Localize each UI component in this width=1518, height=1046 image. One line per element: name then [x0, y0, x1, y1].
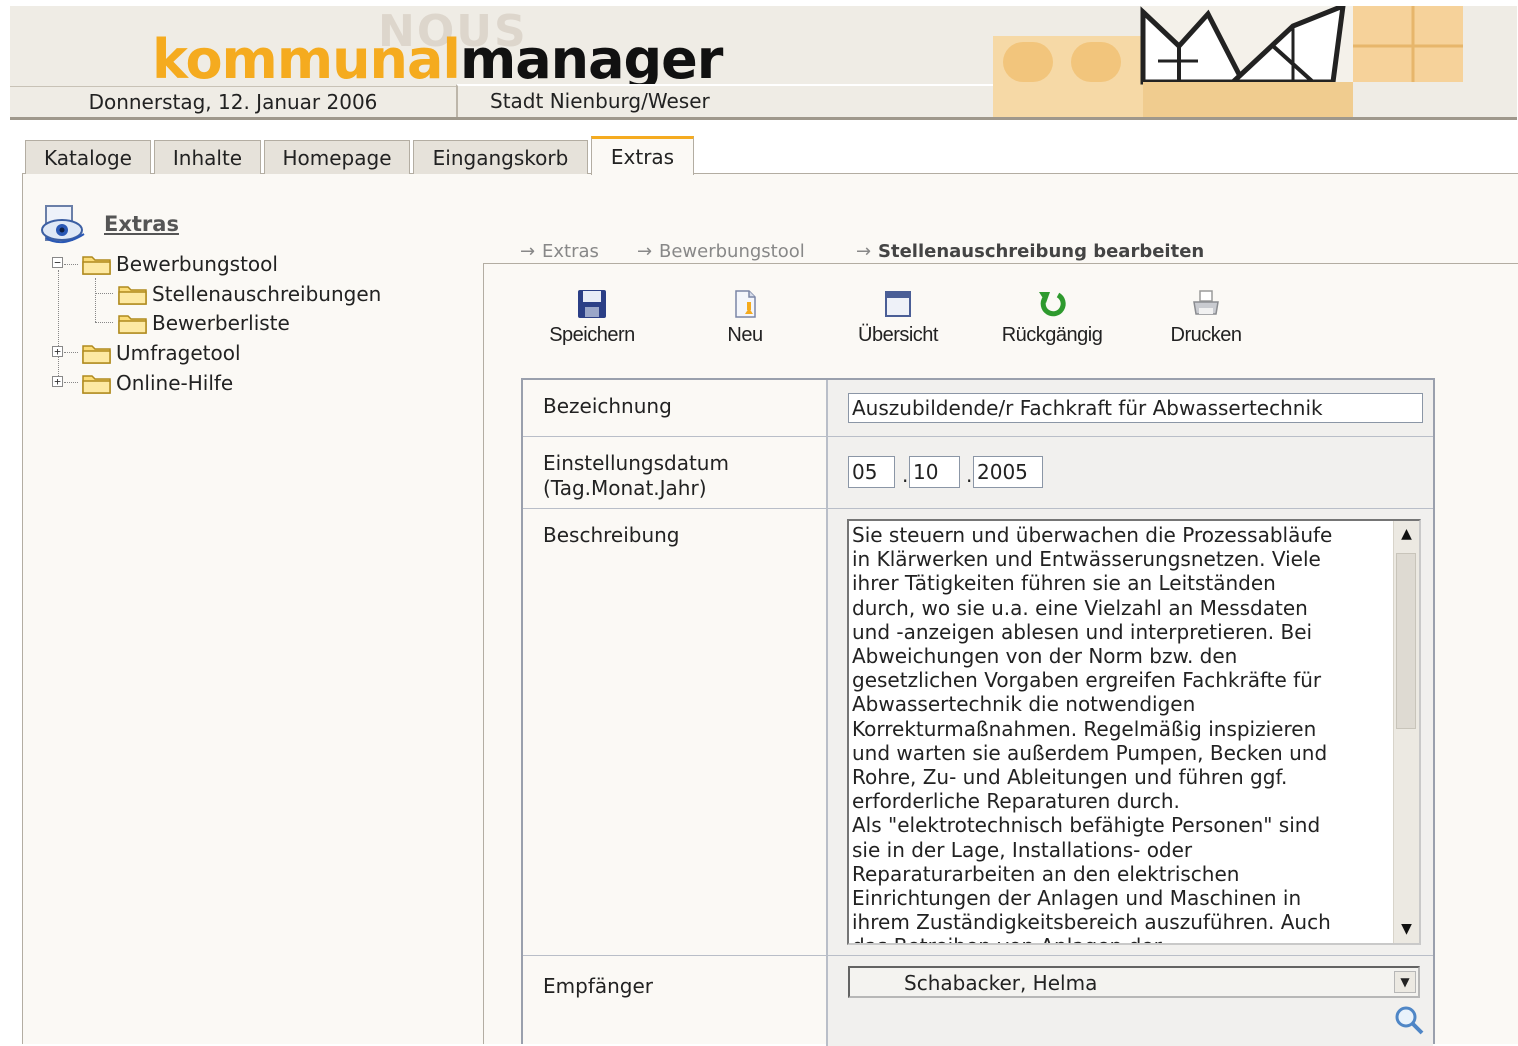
collapse-icon[interactable]: −: [52, 257, 63, 268]
new-button[interactable]: Neu: [685, 288, 805, 356]
print-button[interactable]: Drucken: [1146, 288, 1266, 356]
tree-connector: [58, 270, 59, 382]
save-button[interactable]: Speichern: [532, 288, 652, 356]
undo-label: Rückgängig: [1001, 324, 1103, 346]
description-scrollbar[interactable]: ▲ ▼: [1393, 521, 1419, 943]
tree-connector: [95, 293, 113, 294]
tab-eingangskorb[interactable]: Eingangskorb: [413, 140, 588, 174]
header-divider: [10, 117, 1517, 120]
tree-connector: [64, 264, 78, 265]
folder-icon: [118, 286, 147, 305]
date-label: Einstellungsdatum (Tag.Monat.Jahr): [523, 437, 828, 508]
tree-connector: [95, 322, 113, 323]
overview-label: Übersicht: [858, 324, 938, 346]
eye-document-icon: [41, 205, 85, 244]
form-row-date: Einstellungsdatum (Tag.Monat.Jahr) . .: [523, 437, 1433, 509]
breadcrumb-arrow: →: [637, 241, 653, 262]
breadcrumb-item-extras[interactable]: Extras: [542, 241, 599, 262]
header-date: Donnerstag, 12. Januar 2006: [10, 86, 456, 118]
save-label: Speichern: [549, 324, 635, 346]
folder-icon: [82, 345, 111, 364]
breadcrumb-arrow: →: [856, 241, 872, 262]
description-text: Sie steuern und überwachen die Prozessab…: [852, 523, 1333, 943]
tree-connector: [64, 382, 78, 383]
tab-extras[interactable]: Extras: [591, 136, 694, 175]
printer-icon: [1193, 290, 1219, 315]
print-label: Drucken: [1170, 324, 1242, 346]
scrollbar-thumb[interactable]: [1396, 553, 1416, 729]
tree-title[interactable]: Extras: [104, 212, 179, 236]
new-document-icon: [735, 290, 756, 318]
title-value-cell: [828, 380, 1433, 436]
tab-inhalte[interactable]: Inhalte: [154, 140, 261, 174]
form-row-title: Bezeichnung: [523, 380, 1433, 437]
expand-icon[interactable]: +: [52, 346, 63, 357]
header-town-image: [993, 6, 1463, 118]
breadcrumb-current: Stellenauschreibung bearbeiten: [878, 241, 1205, 262]
tree-item-label: Stellenauschreibungen: [152, 282, 382, 306]
logo-part-manager: manager: [459, 28, 723, 91]
date-separator: .: [966, 463, 973, 487]
tree-item-label: Bewerbungstool: [116, 252, 278, 276]
folder-icon: [82, 375, 111, 394]
logo-part-kommunal: kommunal: [152, 28, 461, 91]
breadcrumb-arrow: →: [520, 241, 536, 262]
date-month-field[interactable]: [909, 456, 960, 488]
form-row-recipient: Empfänger Schabacker, Helma ▼: [523, 956, 1433, 1046]
chevron-down-icon[interactable]: ▼: [1394, 971, 1416, 993]
tree-connector: [64, 352, 78, 353]
date-day-field[interactable]: [848, 456, 895, 488]
folder-icon: [118, 315, 147, 334]
scroll-down-icon[interactable]: ▼: [1395, 918, 1418, 941]
floppy-disk-icon: [578, 290, 606, 318]
tree-item-label: Umfragetool: [116, 341, 241, 365]
undo-button[interactable]: Rückgängig: [992, 288, 1112, 356]
breadcrumb-item-bewerbungstool[interactable]: Bewerbungstool: [659, 241, 805, 262]
title-label: Bezeichnung: [523, 380, 828, 436]
recipient-label: Empfänger: [523, 956, 828, 1046]
app-header: NOUS kommunalmanager Donnerstag, 12. Jan…: [10, 6, 1517, 118]
tree-item-label: Bewerberliste: [152, 311, 290, 335]
tab-kataloge[interactable]: Kataloge: [25, 140, 151, 174]
undo-arrow-icon: [1039, 292, 1066, 317]
date-year-field[interactable]: [973, 456, 1043, 488]
recipient-select[interactable]: Schabacker, Helma ▼: [848, 966, 1420, 998]
recipient-selected-value: Schabacker, Helma: [904, 971, 1098, 995]
window-icon: [885, 291, 911, 317]
app-logo: kommunalmanager: [152, 28, 723, 91]
scroll-up-icon[interactable]: ▲: [1395, 523, 1418, 546]
date-value-cell: . .: [828, 437, 1433, 508]
description-value-cell: Sie steuern und überwachen die Prozessab…: [828, 509, 1433, 955]
form-row-description: Beschreibung Sie steuern und überwachen …: [523, 509, 1433, 956]
job-posting-form: Bezeichnung Einstellungsdatum (Tag.Monat…: [521, 378, 1435, 1046]
description-label: Beschreibung: [523, 509, 828, 955]
description-textarea[interactable]: Sie steuern und überwachen die Prozessab…: [847, 519, 1421, 945]
main-tabs: Kataloge Inhalte Homepage Eingangskorb E…: [22, 136, 1518, 175]
tree-item-label: Online-Hilfe: [116, 371, 234, 395]
overview-button[interactable]: Übersicht: [838, 288, 958, 356]
title-field[interactable]: [848, 393, 1423, 423]
date-separator: .: [902, 463, 909, 487]
new-label: Neu: [727, 324, 763, 346]
recipient-value-cell: Schabacker, Helma ▼: [828, 956, 1433, 1046]
expand-icon[interactable]: +: [52, 376, 63, 387]
folder-icon: [82, 256, 111, 275]
magnifier-icon[interactable]: [1393, 1004, 1425, 1036]
tree-connector: [95, 278, 96, 322]
tab-homepage[interactable]: Homepage: [264, 140, 410, 174]
